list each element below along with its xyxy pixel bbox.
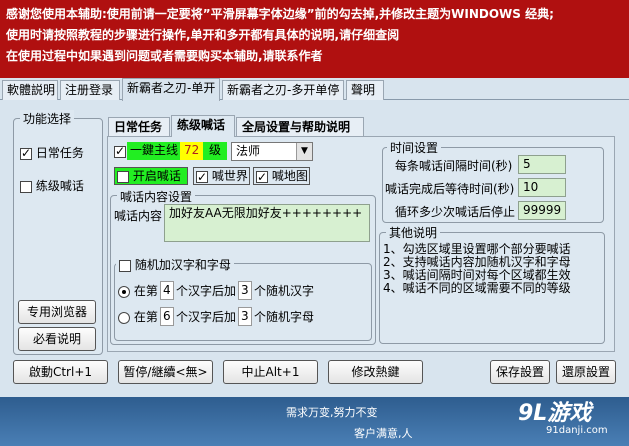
function-select-legend: 功能选择 [20,110,75,127]
tab-practice-shout[interactable]: 练级喊话 [171,115,235,137]
footer-slogan-2: 客户满意,人 [354,427,413,440]
row2-count-input[interactable]: 3 [238,307,252,326]
radio-unselected-icon [118,311,130,324]
tab-statement[interactable]: 聲明 [346,80,384,100]
daily-task-label: 日常任务 [35,146,84,160]
shout-map-check-icon [256,169,268,186]
other-notes-legend: 其他说明 [386,224,441,241]
tab-daily-task[interactable]: 日常任务 [108,117,170,136]
class-select[interactable]: 法师 ▼ [231,142,313,161]
row1-mid: 个汉字后加 [176,284,237,298]
tab-global-settings[interactable]: 全局设置与帮助说明 [236,117,364,136]
note-line: 4、喊话不同的区域需要不同的等级 [383,281,571,295]
wait-input[interactable]: 10 [518,178,566,197]
practice-shout-checkbox[interactable]: 练级喊话 [20,177,84,194]
random-group [114,263,372,341]
tab-single-open[interactable]: 新霸者之刃-单开 [122,78,220,101]
banner-line-3: 在使用过程中如果遇到问题或者需要购买本辅助,请联系作者 [6,49,323,63]
site-logo: 9L游戏 [518,401,592,426]
row1-post: 个随机汉字 [254,284,315,298]
time-settings-legend: 时间设置 [387,139,442,156]
daily-task-check-icon [20,146,32,160]
tab-multi-open[interactable]: 新霸者之刃-多开单停 [222,80,344,100]
practice-shout-label: 练级喊话 [35,179,84,193]
chevron-down-icon[interactable]: ▼ [296,143,312,160]
shout-map-label: 喊地图 [271,169,308,183]
level-value: 72 [180,142,204,160]
row1-pre: 在第 [133,284,158,298]
random-letter-radio[interactable]: 在第 [118,308,158,325]
shout-content-input[interactable]: 加好友AA无限加好友++++++++ [164,204,370,242]
row1-position-input[interactable]: 4 [160,281,174,300]
loop-input[interactable]: 99999 [518,201,566,220]
row2-post: 个随机字母 [254,310,315,324]
level-unit: 级 [203,142,228,160]
mainline-check-icon [114,144,126,158]
restore-settings-button[interactable]: 還原設置 [556,360,616,384]
row2-pre: 在第 [133,310,158,324]
radio-selected-icon [118,285,130,298]
tab-register-login[interactable]: 注册登录 [60,80,120,100]
random-label: 随机加汉字和字母 [134,258,231,272]
interval-label: 每条喊话间隔时间(秒) [395,159,513,173]
banner-line-1: 感谢您使用本辅助:使用前请一定要将”平滑屏幕字体边缘”前的勾去掉,并修改主题为W… [6,7,554,21]
mainline-checkbox[interactable] [114,144,126,158]
shout-world-checkbox[interactable]: 喊世界 [193,167,250,186]
stop-button[interactable]: 中止Alt+1 [223,360,318,384]
save-settings-button[interactable]: 保存設置 [490,360,550,384]
open-shout-check-icon [117,170,129,183]
interval-input[interactable]: 5 [518,155,566,174]
class-select-value: 法师 [236,144,261,158]
wait-label: 喊话完成后等待时间(秒) [385,182,515,196]
open-shout-checkbox[interactable]: 开启喊话 [114,167,188,185]
shout-content-label: 喊话内容 [114,209,163,223]
shout-map-checkbox[interactable]: 喊地图 [253,167,310,186]
daily-task-checkbox[interactable]: 日常任务 [20,144,84,161]
shout-content-legend: 喊话内容设置 [117,188,196,205]
browser-button[interactable]: 专用浏览器 [18,300,96,324]
shout-world-label: 喊世界 [211,169,248,183]
random-checkbox[interactable]: 随机加汉字和字母 [116,256,234,273]
site-url: 91danji.com [546,425,608,436]
row2-position-input[interactable]: 6 [160,307,174,326]
start-button[interactable]: 啟動Ctrl+1 [13,360,108,384]
practice-shout-check-icon [20,180,32,193]
row2-mid: 个汉字后加 [176,310,237,324]
banner-line-2: 使用时请按照教程的步骤进行操作,单开和多开都有具体的说明,请仔细查阅 [6,28,400,42]
random-check-icon [119,259,131,272]
open-shout-label: 开启喊话 [132,169,181,183]
tab-software-help[interactable]: 軟體説明 [2,80,58,100]
row1-count-input[interactable]: 3 [238,281,252,300]
shout-world-check-icon [196,169,208,186]
warning-banner: 感谢您使用本辅助:使用前请一定要将”平滑屏幕字体边缘”前的勾去掉,并修改主题为W… [0,0,629,78]
mainline-label: 一鍵主线 [127,142,182,160]
must-read-button[interactable]: 必看说明 [18,327,96,351]
pause-button[interactable]: 暂停/継續<無> [118,360,213,384]
random-hanzi-radio[interactable]: 在第 [118,282,158,299]
hotkey-button[interactable]: 修改熱鍵 [328,360,423,384]
outer-tab-bar: 軟體説明 注册登录 新霸者之刃-单开 新霸者之刃-多开单停 聲明 [0,78,629,101]
loop-label: 循环多少次喊话后停止 [395,205,516,219]
footer-bar: 需求万变,努力不变 客户满意,人 9L游戏 91danji.com [0,397,629,446]
footer-slogan: 需求万变,努力不变 [286,406,378,419]
